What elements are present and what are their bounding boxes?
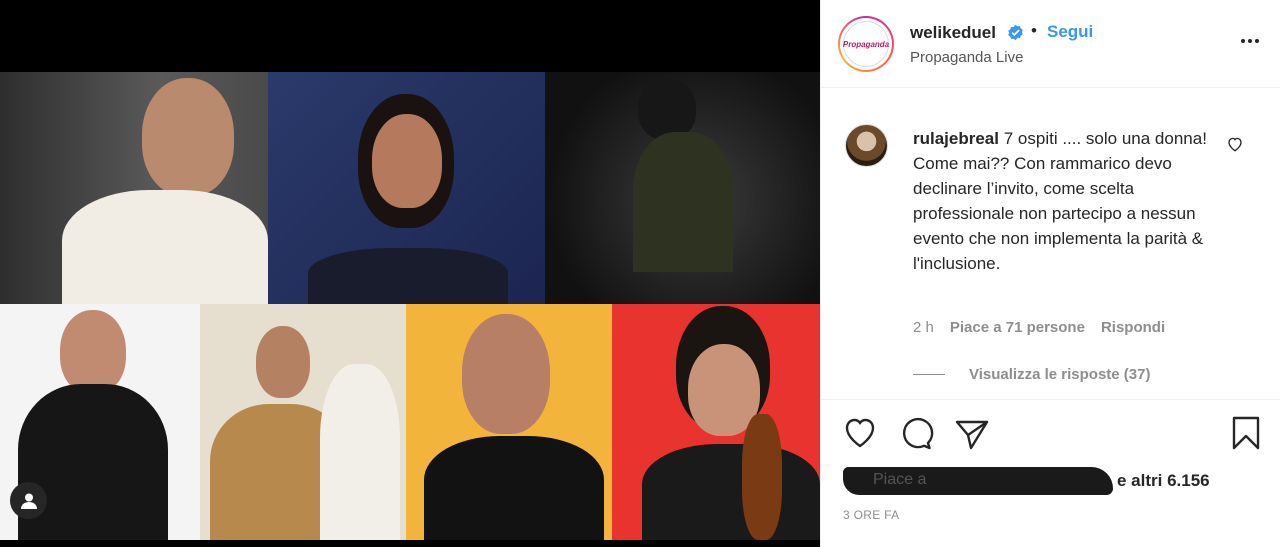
more-options-icon[interactable] <box>1239 30 1261 52</box>
view-replies[interactable]: Visualizza le risposte (37) <box>913 366 1150 383</box>
user-tag-icon[interactable] <box>10 482 47 519</box>
photo-tile-3 <box>545 72 820 304</box>
comment-body: 7 ospiti .... solo una donna! Come mai??… <box>913 129 1207 273</box>
comment-age: 2 h <box>913 319 934 336</box>
account-logo: Propaganda <box>843 21 889 67</box>
commenter-avatar[interactable] <box>845 124 888 167</box>
photo-tile-1 <box>0 72 268 304</box>
comment-like-icon[interactable] <box>1226 135 1244 153</box>
post-side-panel: Propaganda welikeduel • Segui Propaganda… <box>820 0 1280 547</box>
likes-summary[interactable]: Piace a e altri 6.156 <box>843 467 1210 495</box>
account-avatar[interactable]: Propaganda <box>838 16 894 72</box>
actions-divider <box>821 399 1280 400</box>
photo-tile-7 <box>612 304 820 540</box>
view-replies-label[interactable]: Visualizza le risposte (37) <box>969 366 1150 383</box>
reply-button[interactable]: Rispondi <box>1101 319 1165 336</box>
comment: rulajebreal 7 ospiti .... solo una donna… <box>913 126 1213 276</box>
bookmark-icon[interactable] <box>1227 414 1265 452</box>
photo-tile-5 <box>200 304 406 540</box>
account-username[interactable]: welikeduel <box>910 23 996 43</box>
commenter-username[interactable]: rulajebreal <box>913 129 999 148</box>
photo-tile-2 <box>268 72 545 304</box>
verified-badge-icon <box>1008 24 1023 41</box>
follow-button[interactable]: Segui <box>1047 22 1093 42</box>
separator-dot: • <box>1031 21 1037 40</box>
heart-icon[interactable] <box>841 414 879 452</box>
comment-meta: 2 h Piace a 71 persone Rispondi <box>913 319 1165 336</box>
likes-prefix: Piace a <box>873 471 927 488</box>
post-image[interactable] <box>0 0 820 547</box>
redacted-liker: Piace a <box>843 467 1113 495</box>
comment-likes[interactable]: Piace a 71 persone <box>950 319 1085 336</box>
likes-count[interactable]: e altri 6.156 <box>1117 471 1210 491</box>
replies-divider <box>913 374 945 375</box>
post-header: Propaganda welikeduel • Segui Propaganda… <box>821 0 1280 88</box>
photo-tile-6 <box>406 304 612 540</box>
post-timestamp: 3 ORE FA <box>843 508 900 522</box>
post-location[interactable]: Propaganda Live <box>910 49 1023 66</box>
comment-icon[interactable] <box>897 414 935 452</box>
share-icon[interactable] <box>953 414 991 452</box>
